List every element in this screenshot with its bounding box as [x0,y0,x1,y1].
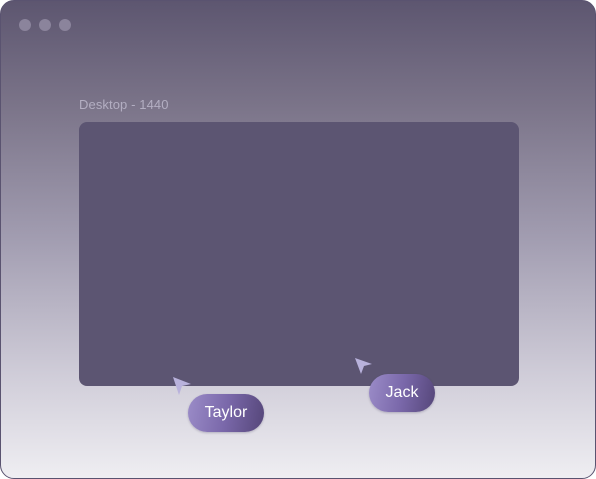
minimize-window-dot[interactable] [39,19,51,31]
close-window-dot[interactable] [19,19,31,31]
frame-label[interactable]: Desktop - 1440 [79,97,169,112]
collaborator-label-taylor: Taylor [188,394,264,432]
cursor-arrow-icon [353,356,375,378]
collaborator-label-jack: Jack [369,374,435,412]
app-window: Desktop - 1440 Taylor Jack [0,0,596,479]
window-controls [19,19,71,31]
desktop-frame[interactable] [79,122,519,386]
cursor-arrow-icon [171,375,193,397]
maximize-window-dot[interactable] [59,19,71,31]
